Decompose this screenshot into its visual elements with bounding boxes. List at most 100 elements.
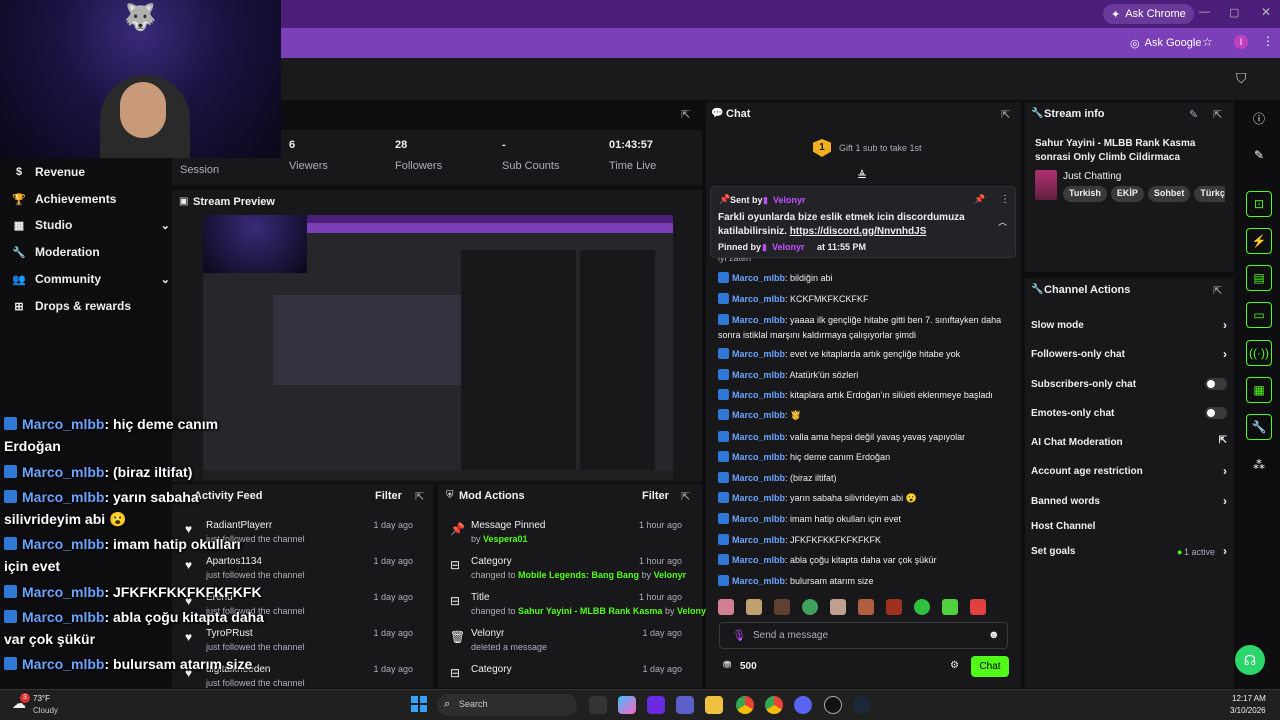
nav-item[interactable]: ⊞ Drops & rewards bbox=[12, 299, 162, 313]
chat-username[interactable]: Marco_mlbb bbox=[732, 370, 785, 380]
stream-info-popout-icon[interactable]: ⇱ bbox=[1213, 108, 1222, 121]
category-name[interactable]: Just Chatting bbox=[1063, 171, 1121, 182]
chat-username[interactable]: Marco_mlbb bbox=[732, 452, 785, 462]
stream-tag[interactable]: Turkish bbox=[1063, 186, 1107, 202]
file-explorer-icon[interactable] bbox=[705, 696, 723, 714]
emote-3-icon[interactable] bbox=[774, 599, 790, 615]
discord-link[interactable]: https://discord.gg/NnvnhdJS bbox=[790, 226, 927, 237]
channel-action-row[interactable]: Host Channel bbox=[1031, 521, 1227, 532]
windows-start-icon[interactable] bbox=[411, 696, 427, 712]
bolt-icon[interactable]: ⚡ bbox=[1246, 228, 1272, 254]
nav-item[interactable]: 👥 Community ⌄ bbox=[12, 272, 170, 286]
chevron-right-icon[interactable]: › bbox=[1223, 347, 1227, 361]
minimize-icon[interactable]: — bbox=[1199, 6, 1210, 18]
weather-temp[interactable]: 73°F bbox=[33, 694, 50, 703]
document-icon[interactable]: ▤ bbox=[1246, 265, 1272, 291]
chat-username[interactable]: Marco_mlbb bbox=[732, 315, 785, 325]
chat-username[interactable]: Marco_mlbb bbox=[732, 349, 785, 359]
chat-send-button[interactable]: Chat bbox=[971, 656, 1009, 677]
app-purple-icon[interactable] bbox=[647, 696, 665, 714]
pinned-sender[interactable]: Velonyr bbox=[773, 195, 806, 205]
mod-action-row[interactable]: ⊟ Category changed to Mobile Legends: Bang… bbox=[450, 556, 694, 592]
chat-message[interactable]: Marco_mlbb: Atatürk'ün sözleri bbox=[718, 368, 1008, 383]
chevron-down-icon[interactable]: ⌄ bbox=[161, 219, 170, 232]
emote-6-icon[interactable] bbox=[858, 599, 874, 615]
mic-icon[interactable]: 🎙 bbox=[732, 629, 746, 642]
popout-icon[interactable]: ⇱ bbox=[681, 108, 690, 121]
chat-message[interactable]: Marco_mlbb: yaaaa ilk gençliğe hitabe gi… bbox=[718, 313, 1008, 343]
chevron-right-icon[interactable]: › bbox=[1223, 464, 1227, 478]
emoji-icon[interactable]: ☻ bbox=[988, 629, 1000, 641]
chat-message[interactable]: Marco_mlbb: (biraz iltifat) bbox=[718, 471, 1008, 486]
emote-7-icon[interactable] bbox=[886, 599, 902, 615]
mod-popout-icon[interactable]: ⇱ bbox=[681, 490, 690, 503]
stream-preview-video[interactable] bbox=[203, 215, 673, 480]
chat-input[interactable]: 🎙 Send a message ☻ bbox=[719, 622, 1008, 649]
chat-username[interactable]: Marco_mlbb bbox=[732, 535, 785, 545]
chat-message[interactable]: Marco_mlbb: valla ama hepsi değil yavaş … bbox=[718, 430, 1008, 445]
unpin-icon[interactable]: 📌 bbox=[974, 194, 985, 205]
emote-8-icon[interactable] bbox=[914, 599, 930, 615]
chat-username[interactable]: Marco_mlbb bbox=[732, 294, 785, 304]
chat-message[interactable]: Marco_mlbb: KCKFMKFKCKFKF bbox=[718, 292, 1008, 307]
channel-action-row[interactable]: Account age restriction › bbox=[1031, 464, 1227, 478]
toggle-switch[interactable] bbox=[1205, 407, 1227, 419]
external-link-icon[interactable]: ⇱ bbox=[1219, 435, 1227, 446]
mod-filter-button[interactable]: Filter bbox=[642, 490, 669, 502]
emote-10-icon[interactable] bbox=[970, 599, 986, 615]
chevron-right-icon[interactable]: › bbox=[1223, 544, 1227, 558]
nodes-icon[interactable]: ⁂ bbox=[1246, 452, 1272, 478]
chat-username[interactable]: Marco_mlbb bbox=[732, 432, 785, 442]
toggle-switch[interactable] bbox=[1205, 378, 1227, 390]
restore-icon[interactable]: ▢ bbox=[1229, 6, 1239, 19]
chat-message[interactable]: Marco_mlbb: bildiğin abi bbox=[718, 271, 1008, 286]
ask-google-button[interactable]: ◎ Ask Google bbox=[1122, 33, 1209, 53]
ask-chrome-button[interactable]: ✦ Ask Chrome bbox=[1103, 4, 1194, 24]
channel-action-row[interactable]: Emotes-only chat bbox=[1031, 407, 1227, 419]
mod-action-row[interactable]: ⊟ Title changed to Sahur Yayini - MLBB Ran… bbox=[450, 592, 709, 628]
chat-message[interactable]: Marco_mlbb: abla çoğu kitapta daha var ç… bbox=[718, 553, 1008, 568]
chat-username[interactable]: Marco_mlbb bbox=[732, 514, 785, 524]
chat-popout-icon[interactable]: ⇱ bbox=[1001, 108, 1010, 121]
chevron-right-icon[interactable]: › bbox=[1223, 318, 1227, 332]
stream-tag[interactable]: Sohbet bbox=[1147, 186, 1191, 202]
chat-message[interactable]: Marco_mlbb: yarın sabaha silivrideyim ab… bbox=[718, 491, 1008, 506]
obs-icon[interactable] bbox=[824, 696, 842, 714]
chat-username[interactable]: Marco_mlbb bbox=[732, 410, 785, 420]
copilot-icon[interactable] bbox=[618, 696, 636, 714]
emote-5-icon[interactable] bbox=[830, 599, 846, 615]
stream-tag[interactable]: EKİP bbox=[1110, 186, 1144, 202]
chat-message[interactable]: Marco_mlbb: 🤴 bbox=[718, 408, 1008, 423]
collapse-leaderboard-icon[interactable]: ≜ bbox=[857, 169, 867, 183]
stream-tag[interactable]: Türkç bbox=[1194, 186, 1225, 202]
channel-action-row[interactable]: AI Chat Moderation ⇱ bbox=[1031, 435, 1227, 448]
emote-2-icon[interactable] bbox=[746, 599, 762, 615]
nav-item[interactable]: ▦ Studio ⌄ bbox=[12, 218, 170, 232]
chat-username[interactable]: Marco_mlbb bbox=[732, 473, 785, 483]
broadcast-icon[interactable]: ((·)) bbox=[1246, 340, 1272, 366]
chat-username[interactable]: Marco_mlbb bbox=[732, 555, 785, 565]
gift-sub-text[interactable]: Gift 1 sub to take 1st bbox=[839, 143, 922, 153]
pinned-collapse-icon[interactable]: ︿ bbox=[998, 215, 1007, 228]
emote-4-icon[interactable] bbox=[802, 599, 818, 615]
activity-popout-icon[interactable]: ⇱ bbox=[415, 490, 424, 503]
chrome-profile-icon[interactable] bbox=[765, 696, 783, 714]
teams-icon[interactable] bbox=[676, 696, 694, 714]
channel-action-row[interactable]: Followers-only chat › bbox=[1031, 347, 1227, 361]
chevron-down-icon[interactable]: ⌄ bbox=[161, 273, 170, 286]
chat-message[interactable]: Marco_mlbb: JFKFKFKKFKFKFKFK bbox=[718, 533, 1008, 548]
taskview-icon[interactable] bbox=[589, 696, 607, 714]
category-thumbnail[interactable] bbox=[1035, 170, 1057, 200]
nav-item[interactable]: $ Revenue bbox=[12, 165, 162, 179]
chat-username[interactable]: Marco_mlbb bbox=[732, 576, 785, 586]
close-icon[interactable]: ✕ bbox=[1261, 5, 1271, 19]
chat-message[interactable]: Marco_mlbb: imam hatip okulları için eve… bbox=[718, 512, 1008, 527]
pencil-icon[interactable]: ✎ bbox=[1246, 142, 1272, 168]
more-menu-icon[interactable]: ⋮ bbox=[1262, 34, 1274, 48]
clock-time[interactable]: 12:17 AM bbox=[1232, 694, 1266, 703]
clip-icon[interactable]: ⊡ bbox=[1246, 191, 1272, 217]
mod-action-row[interactable]: 🗑 Velonyr deleted a message 1 day ago bbox=[450, 628, 694, 664]
emote-9-icon[interactable] bbox=[942, 599, 958, 615]
chat-settings-icon[interactable]: ⚙ bbox=[950, 660, 959, 671]
channel-action-row[interactable]: Subscribers-only chat bbox=[1031, 378, 1227, 390]
